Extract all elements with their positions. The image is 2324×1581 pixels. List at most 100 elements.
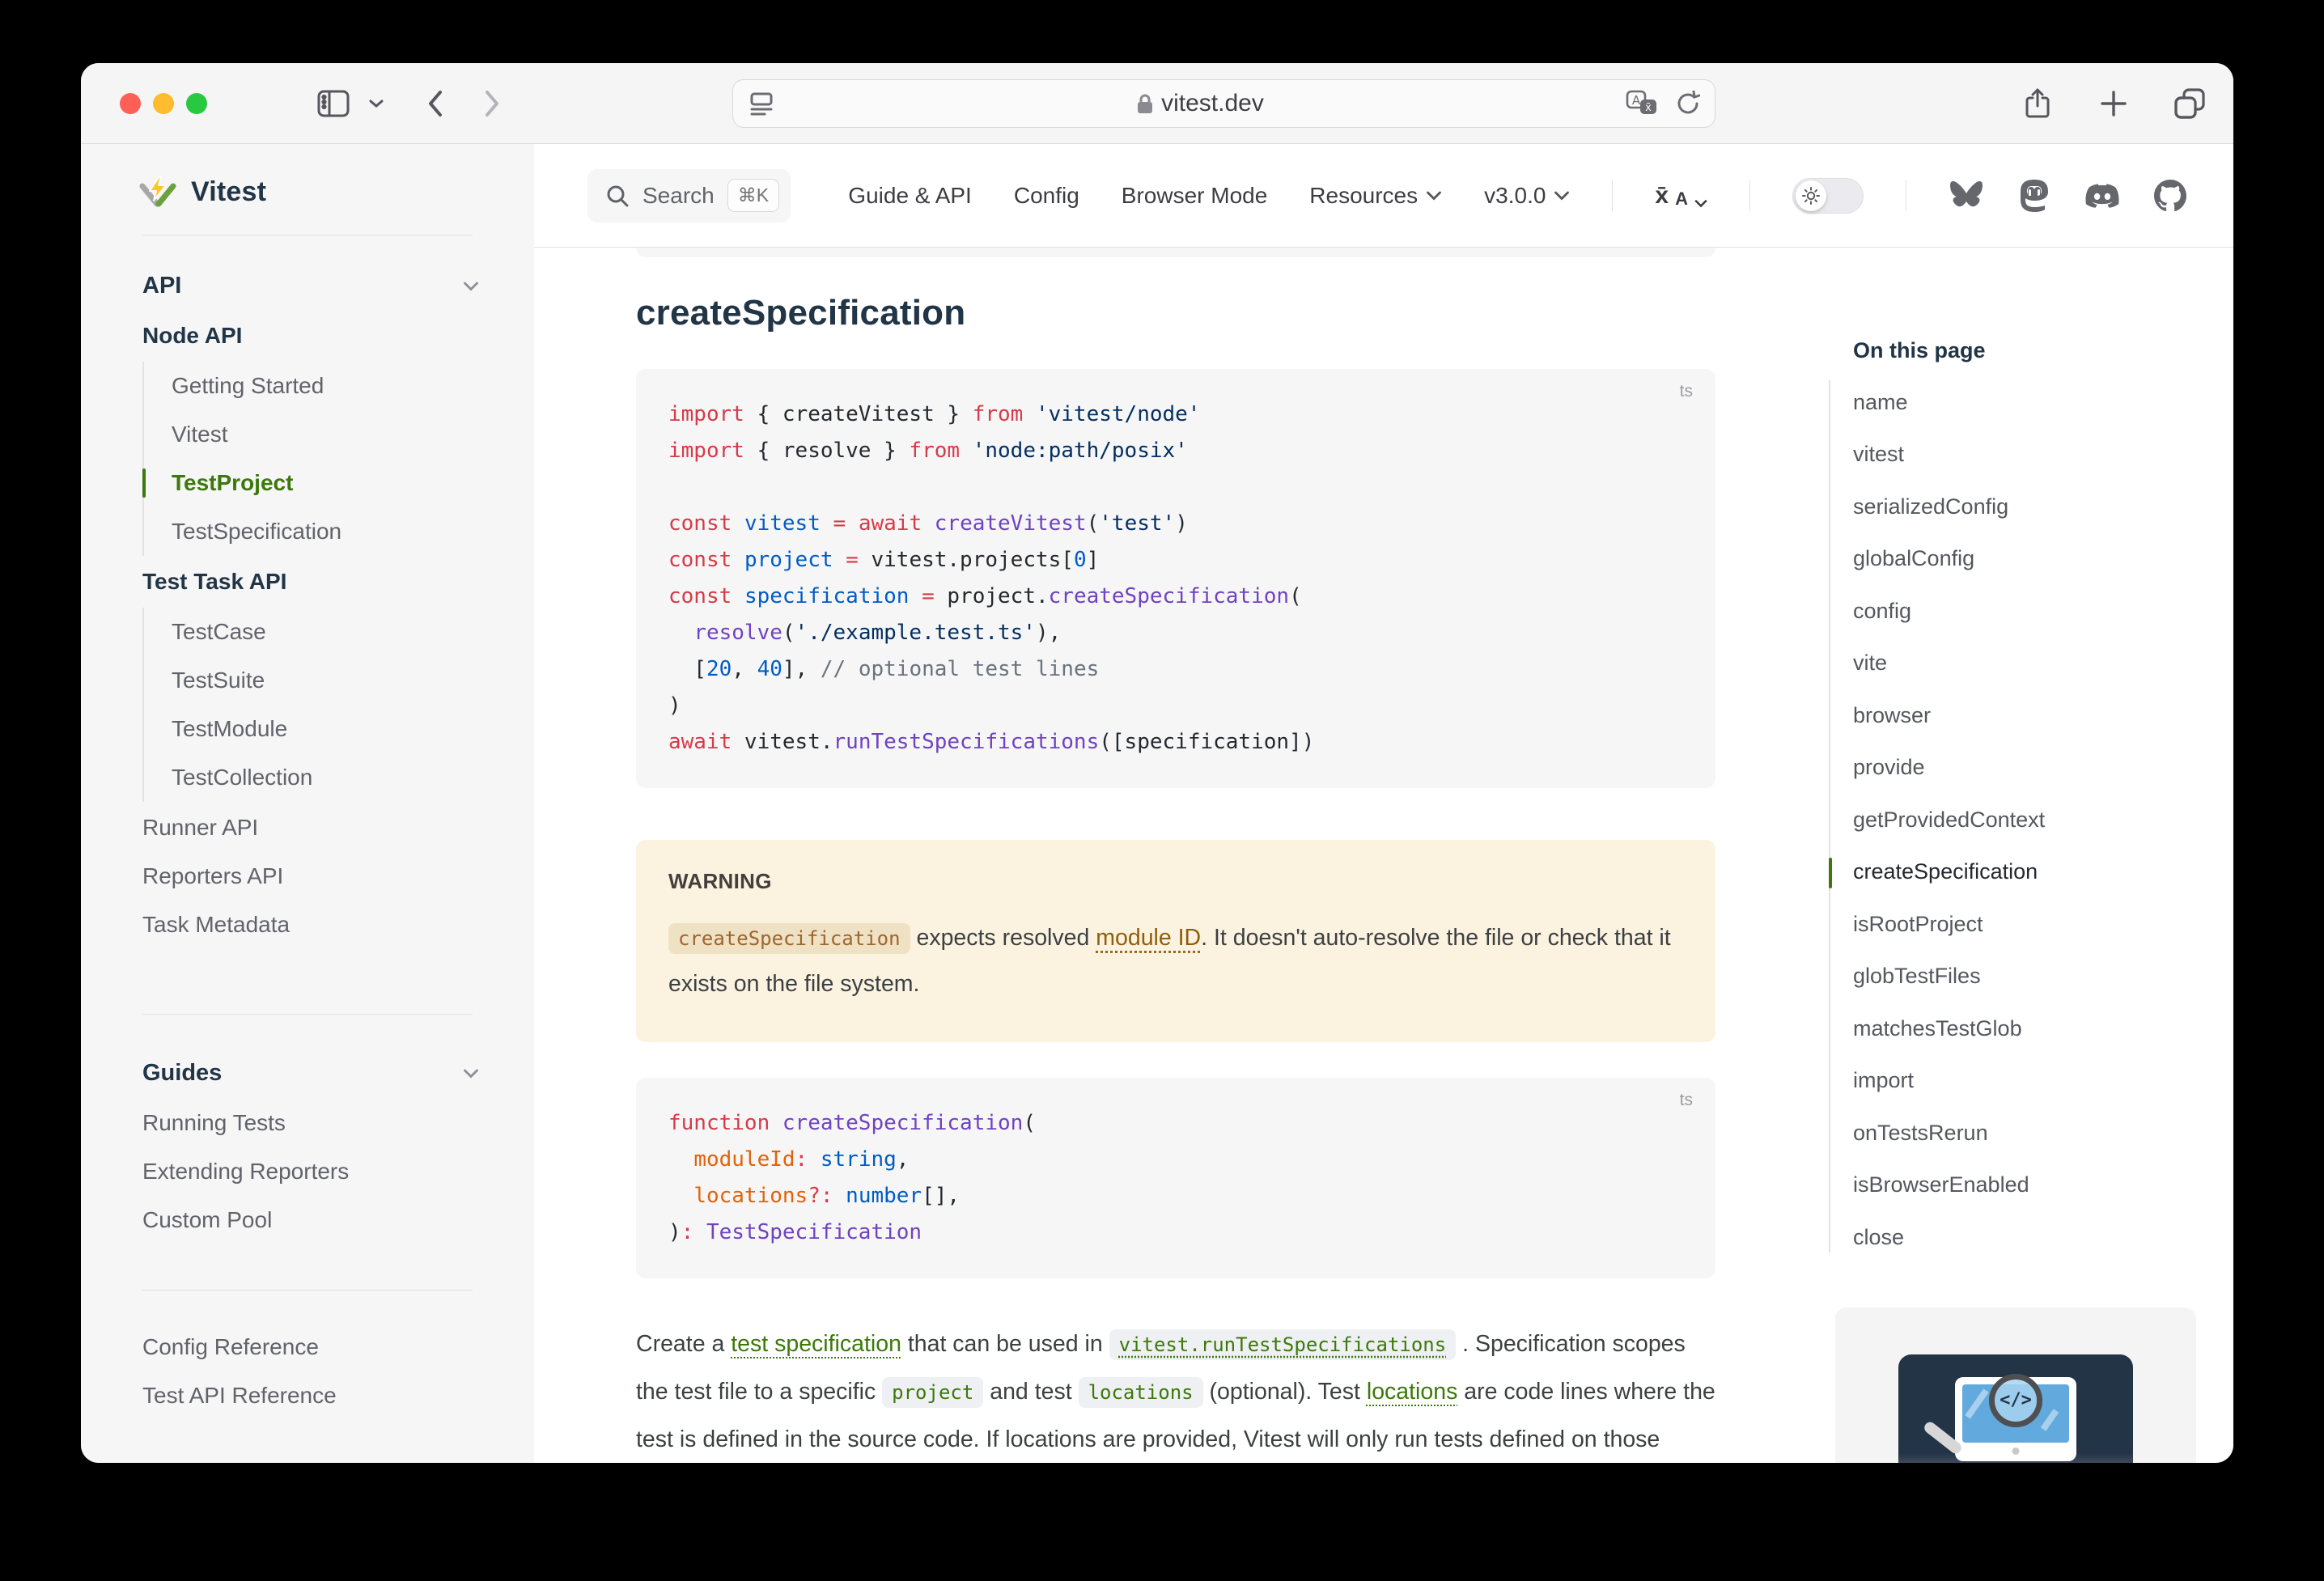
discord-icon[interactable] — [2084, 178, 2120, 214]
sidebar-item-extending-reporters[interactable]: Extending Reporters — [142, 1147, 479, 1196]
mastodon-icon[interactable] — [2017, 178, 2052, 214]
bluesky-icon[interactable] — [1949, 178, 1984, 214]
svg-text:x̄: x̄ — [1645, 102, 1652, 114]
sidebar-item-testsuite[interactable]: TestSuite — [172, 656, 479, 705]
sidebar-item-config-reference[interactable]: Config Reference — [142, 1323, 479, 1371]
outline-item-vitest[interactable]: vitest — [1853, 429, 2233, 481]
sidebar-divider — [142, 1290, 473, 1291]
close-window-button[interactable] — [120, 93, 141, 114]
sponsor-ad-card[interactable]: </> — [1835, 1308, 2196, 1464]
nav-resources[interactable]: Resources — [1309, 183, 1442, 209]
search-shortcut: ⌘K — [727, 179, 779, 212]
zoom-window-button[interactable] — [186, 93, 207, 114]
sidebar-item-reporters-api[interactable]: Reporters API — [142, 852, 479, 901]
site-header: Search ⌘K Guide & API Config Browser Mode R… — [534, 144, 2233, 248]
vitest-logo[interactable]: Vitest — [81, 173, 534, 210]
header-divider — [1612, 180, 1613, 211]
forward-button[interactable] — [471, 83, 513, 125]
github-icon[interactable] — [2152, 178, 2188, 214]
new-tab-icon[interactable] — [2093, 83, 2135, 125]
outline-item-ontestsrerun[interactable]: onTestsRerun — [1853, 1107, 2233, 1159]
chevron-down-icon — [463, 1068, 479, 1079]
code-blocks: tsimport { createVitest } from 'vitest/n… — [636, 369, 1715, 788]
chevron-down-icon — [463, 281, 479, 291]
inline-code-link[interactable]: vitest.runTestSpecifications — [1109, 1329, 1457, 1360]
reader-view-icon[interactable] — [748, 91, 775, 117]
search-icon — [605, 184, 630, 208]
inline-link[interactable]: module ID — [1096, 925, 1201, 951]
sidebar-group-guides[interactable]: Guides — [142, 1047, 479, 1099]
url-text[interactable]: vitest.dev — [775, 90, 1626, 117]
sidebar-item-testcase[interactable]: TestCase — [172, 608, 479, 656]
outline-item-serializedconfig[interactable]: serializedConfig — [1853, 481, 2233, 533]
outline-item-getprovidedcontext[interactable]: getProvidedContext — [1853, 794, 2233, 846]
sidebar-item-getting-started[interactable]: Getting Started — [172, 362, 479, 410]
outline-item-isbrowserenabled[interactable]: isBrowserEnabled — [1853, 1159, 2233, 1212]
theme-toggle[interactable] — [1792, 178, 1864, 214]
svg-text:A: A — [1632, 93, 1641, 108]
outline-item-vite[interactable]: vite — [1853, 638, 2233, 690]
sidebar-item-running-tests[interactable]: Running Tests — [142, 1099, 479, 1147]
sidebar-item-testproject[interactable]: TestProject — [172, 459, 479, 507]
nav-guide-api[interactable]: Guide & API — [848, 183, 972, 209]
back-button[interactable] — [414, 83, 456, 125]
toolbar-right-actions — [2017, 83, 2211, 125]
tab-overview-icon[interactable] — [2169, 83, 2211, 125]
sidebar-section-node-api[interactable]: Node API — [142, 312, 479, 360]
outline-item-provide[interactable]: provide — [1853, 742, 2233, 795]
sidebar-group-api[interactable]: API — [142, 260, 479, 312]
nav-browser-mode[interactable]: Browser Mode — [1122, 183, 1268, 209]
sidebar-item-testspecification[interactable]: TestSpecification — [172, 507, 479, 556]
outline-title: On this page — [1853, 338, 2233, 363]
sidebar-nav: API Node APIGetting StartedVitestTestProj… — [81, 235, 534, 1420]
sidebar-toggle-icon[interactable] — [312, 83, 354, 125]
sidebar-item-task-metadata[interactable]: Task Metadata — [142, 901, 479, 949]
inline-link[interactable]: test specification — [731, 1331, 901, 1357]
lock-icon — [1137, 93, 1153, 114]
description-paragraph: Create a test specification that can be … — [636, 1320, 1715, 1463]
reload-icon[interactable] — [1676, 91, 1700, 117]
inline-link[interactable]: locations — [1367, 1379, 1457, 1405]
brand-name: Vitest — [191, 176, 266, 208]
outline-item-close[interactable]: close — [1853, 1211, 2233, 1264]
outline-item-browser[interactable]: browser — [1853, 689, 2233, 742]
outline-item-config[interactable]: config — [1853, 585, 2233, 638]
chevron-down-icon — [1554, 190, 1570, 201]
header-nav: Guide & API Config Browser Mode Resources v3… — [848, 178, 2188, 214]
on-this-page: On this page namevitestserializedConfigg… — [1829, 338, 2233, 1264]
outline-item-globalconfig[interactable]: globalConfig — [1853, 533, 2233, 586]
sidebar-item-testcollection[interactable]: TestCollection — [172, 753, 479, 802]
sidebar-item-runner-api[interactable]: Runner API — [142, 803, 479, 852]
sidebar-menu-chevron-icon[interactable] — [363, 83, 390, 125]
translate-icon[interactable]: A x̄ — [1626, 90, 1658, 117]
outline-item-matchestestglob[interactable]: matchesTestGlob — [1853, 1002, 2233, 1055]
nav-config[interactable]: Config — [1014, 183, 1079, 209]
outline-item-globtestfiles[interactable]: globTestFiles — [1853, 951, 2233, 1003]
search-button[interactable]: Search ⌘K — [587, 169, 791, 223]
outline-item-isrootproject[interactable]: isRootProject — [1853, 898, 2233, 951]
address-bar[interactable]: vitest.dev A x̄ — [732, 79, 1715, 128]
outline-item-import[interactable]: import — [1853, 1055, 2233, 1108]
browser-window: vitest.dev A x̄ — [81, 63, 2233, 1463]
share-icon[interactable] — [2017, 83, 2059, 125]
outline-item-name[interactable]: name — [1853, 376, 2233, 429]
language-menu[interactable]: x̄A — [1655, 184, 1707, 208]
traffic-lights — [120, 93, 207, 114]
sidebar-item-vitest[interactable]: Vitest — [172, 410, 479, 459]
sidebar-section-test-task-api[interactable]: Test Task API — [142, 557, 479, 606]
chevron-down-icon — [1426, 190, 1442, 201]
doc-content: createSpecification tsimport { createVit… — [534, 248, 1829, 1463]
minimize-window-button[interactable] — [153, 93, 174, 114]
outline-item-createspecification[interactable]: createSpecification — [1853, 846, 2233, 899]
sidebar-item-test-api-reference[interactable]: Test API Reference — [142, 1371, 479, 1420]
chevron-down-icon — [1694, 199, 1707, 208]
sidebar-item-custom-pool[interactable]: Custom Pool — [142, 1196, 479, 1244]
inline-code: locations — [1079, 1377, 1203, 1408]
ad-fade-overlay — [1835, 1453, 2196, 1464]
translate-sub-a: A — [1675, 190, 1688, 208]
outline-list: namevitestserializedConfigglobalConfigco… — [1853, 376, 2233, 1264]
warning-body: createSpecification expects resolved mod… — [668, 915, 1683, 1007]
nav-v3-0-0[interactable]: v3.0.0 — [1484, 183, 1570, 209]
sidebar-item-testmodule[interactable]: TestModule — [172, 705, 479, 753]
sidebar-group-label: API — [142, 273, 181, 299]
